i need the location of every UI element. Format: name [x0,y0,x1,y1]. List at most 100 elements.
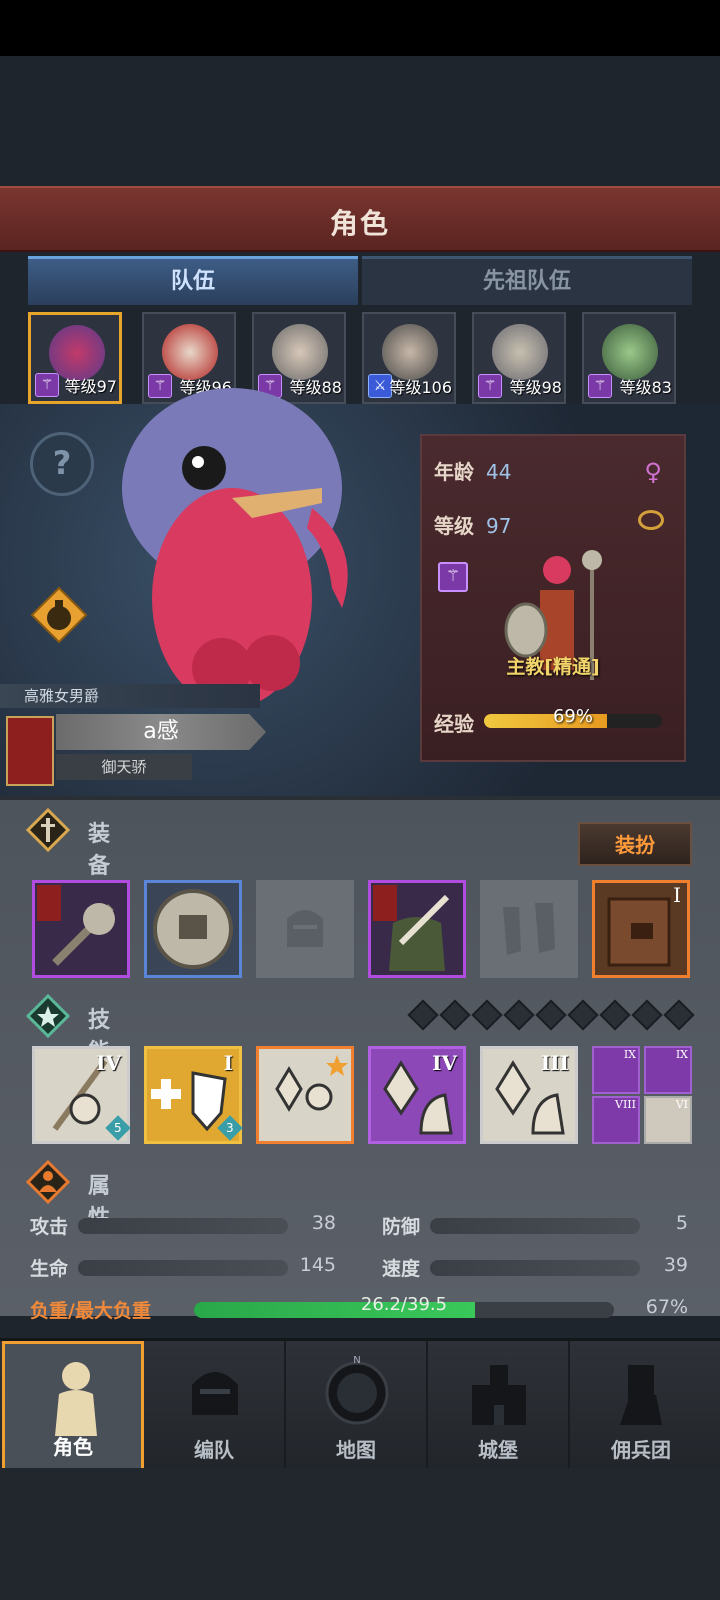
skill-indicator [439,999,471,1031]
castle-icon [472,1365,526,1425]
status-bar [0,0,720,56]
portrait-santa [162,324,218,380]
skill-indicator [567,999,599,1031]
stat-value: 39 [663,1254,688,1276]
nav-label: 佣兵团 [611,1438,671,1462]
ring-icon[interactable] [638,510,664,530]
boots-icon [503,903,555,955]
crystal-prayer-skill-icon [275,1055,348,1112]
party-member-level: 等级83 [619,378,672,397]
knight-icon [55,1362,97,1436]
equip-slot-armor[interactable] [368,880,466,978]
skill-tier: IV [96,1051,121,1075]
equipment-title: 装备 [88,822,111,879]
stat-value: 145 [299,1254,336,1276]
age-value: 44 [486,460,512,484]
armor-icon [373,885,450,971]
help-button[interactable]: ? [30,432,94,496]
equip-slot-shield[interactable] [144,880,242,978]
passive-tier: VI [675,1098,688,1111]
portrait-hat [602,324,658,380]
class-name: 主教[精通] [506,656,600,678]
stat-value: 5 [675,1212,688,1234]
staff-icon: ⚚ [588,374,612,398]
svg-text:N: N [353,1355,360,1366]
skill-indicator [535,999,567,1031]
helmet-group-icon [192,1372,238,1415]
skill-slot-4[interactable]: IV [368,1046,466,1144]
nav-label: 角色 [53,1435,93,1459]
stat-label: 速度 [382,1258,421,1280]
passive-skill-4[interactable]: VI [644,1096,692,1144]
shield-icon [153,889,233,969]
stat-bar [430,1260,640,1276]
hero-name[interactable]: a感 [56,714,266,750]
skill-indicator [407,999,439,1031]
party-member-level: 等级106 [389,378,452,397]
turkey-character-art [122,388,348,708]
nav-label: 城堡 [478,1438,518,1462]
passive-skill-1[interactable]: IX [592,1046,640,1094]
dagger-icon [26,808,70,852]
load-percent: 67% [645,1296,688,1318]
stat-hp: 生命 145 [30,1254,336,1280]
passive-tier: IX [675,1048,688,1061]
potion-icon[interactable] [30,586,88,644]
skill-indicator [599,999,631,1031]
hero-info-panel: 年龄 44 ♀ 等级 97 ⚚ 主教[精通] 经验 69% [420,434,686,762]
nav-mercenary[interactable]: 佣兵团 [570,1341,712,1471]
stat-label: 生命 [30,1258,69,1280]
stat-label: 防御 [382,1216,421,1238]
party-member-level: 等级97 [64,377,117,396]
tab-ancestor-party[interactable]: 先祖队伍 [362,256,692,305]
skill-slot-1[interactable]: IV 5 [32,1046,131,1144]
nav-formation[interactable]: 编队 [144,1341,286,1471]
party-member-level: 等级98 [509,378,562,397]
female-icon: ♀ [644,458,662,486]
stat-label: 攻击 [30,1216,69,1238]
tab-party[interactable]: 队伍 [28,256,358,305]
skill-count-value: 3 [226,1120,234,1135]
stat-attack: 攻击 38 [30,1212,336,1238]
stat-bar [78,1218,288,1234]
nav-map[interactable]: N 地图 [286,1341,428,1471]
party-member-5[interactable]: ⚚ 等级98 [472,312,566,404]
equip-slot-helmet[interactable] [256,880,354,978]
equip-slot-boots[interactable] [480,880,578,978]
helmet-icon [287,910,323,947]
skill-indicator [503,999,535,1031]
bottom-nav: 角色 编队 N 地图 城堡 佣兵团 [0,1338,720,1471]
staff-icon: ⚚ [478,374,502,398]
exp-text: 69% [552,706,593,727]
skill-slot-2[interactable]: I 3 [144,1046,243,1144]
load-text: 26.2/39.5 [360,1294,448,1315]
dress-up-button[interactable]: 装扮 [578,822,692,866]
compass-icon: N [325,1355,389,1425]
skill-indicator [663,999,695,1031]
nav-castle[interactable]: 城堡 [428,1341,570,1471]
party-member-6[interactable]: ⚚ 等级83 [582,312,676,404]
age-row: 年龄 44 [434,456,511,485]
portrait-warrior [382,324,438,380]
skill-tier: I [223,1051,233,1075]
nav-character[interactable]: 角色 [2,1341,144,1471]
skill-slot-3[interactable] [256,1046,354,1144]
stat-defense: 防御 5 [382,1212,688,1238]
equip-slot-book[interactable]: I [592,880,690,978]
party-member-1[interactable]: ⚚ 等级97 [28,312,122,404]
load-label: 负重/最大负重 [30,1300,151,1322]
page-title: 角色 [329,207,390,240]
passive-skill-3[interactable]: VIII [592,1096,640,1144]
guild-name: 御天骄 [56,754,192,780]
party-member-4[interactable]: ⚔ 等级106 [362,312,456,404]
passive-skill-2[interactable]: IX [644,1046,692,1094]
portrait-elder [272,324,328,380]
bottom-spacer [0,1468,720,1600]
passive-tier: IX [623,1048,636,1061]
skill-count-value: 5 [114,1120,122,1135]
level-row: 等级 97 [434,510,511,539]
book-tier: I [673,883,681,907]
equip-slot-weapon[interactable] [32,880,130,978]
stat-speed: 速度 39 [382,1254,688,1280]
skill-slot-5[interactable]: III [480,1046,578,1144]
